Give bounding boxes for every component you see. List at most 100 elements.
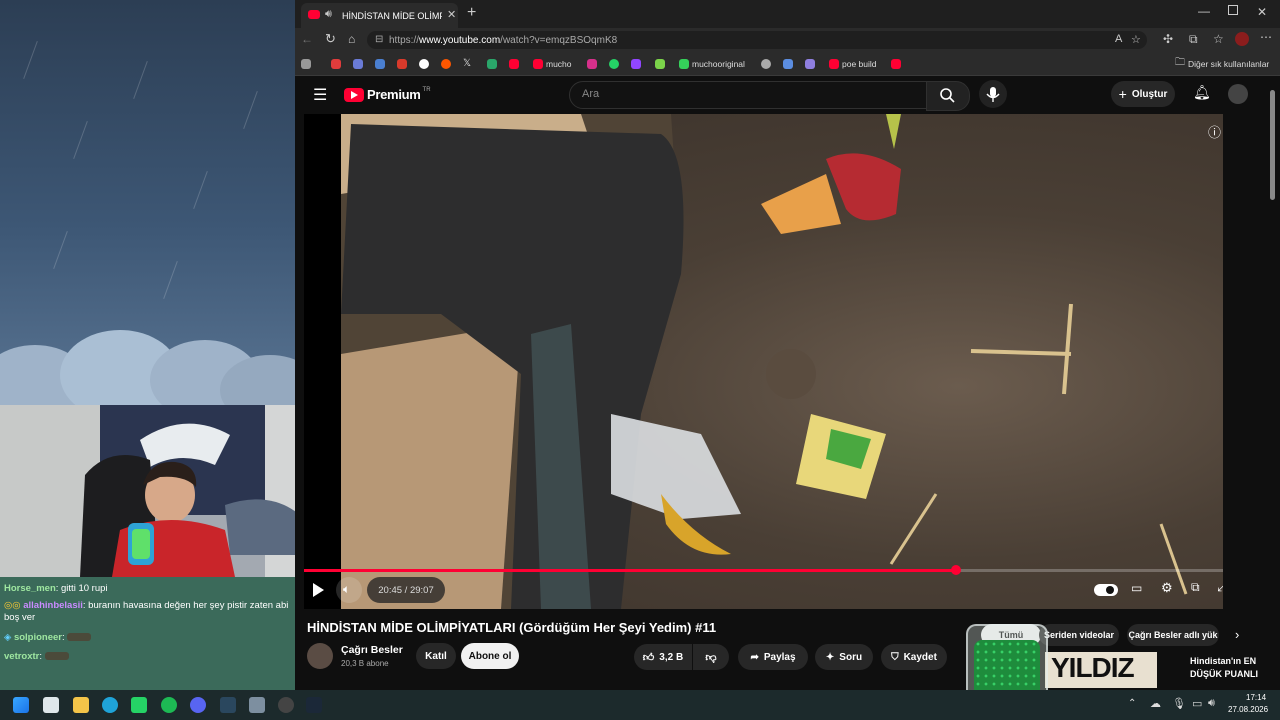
chat-message: ◎◎ allahinbelasii: buranın havasına değe… xyxy=(4,600,294,624)
obs-icon[interactable] xyxy=(278,697,294,713)
twitch-icon[interactable] xyxy=(631,57,641,70)
maximize-icon[interactable] xyxy=(1228,5,1238,15)
home-icon[interactable]: ⌂ xyxy=(348,32,355,46)
autoplay-toggle[interactable] xyxy=(1094,584,1118,596)
recommended-title-line2[interactable]: DÜŞÜK PUANLI xyxy=(1190,669,1258,679)
sparkle-icon: ✦ xyxy=(825,651,835,663)
gmail-icon[interactable] xyxy=(397,57,407,70)
close-tab-icon[interactable]: ✕ xyxy=(447,8,456,21)
site-info-icon[interactable]: ⊟ xyxy=(375,34,383,45)
favorites-icon[interactable]: ☆ xyxy=(1213,32,1224,46)
settings-gear-icon[interactable]: ⚙︎ xyxy=(1161,580,1173,596)
read-aloud-icon[interactable]: A xyxy=(1115,33,1122,45)
chat-text: : xyxy=(39,651,43,662)
bookmark-mucho[interactable]: mucho xyxy=(533,57,572,70)
miniplayer-icon[interactable]: ⧉ xyxy=(1191,580,1200,595)
steam-icon[interactable] xyxy=(220,697,236,713)
whatsapp-icon[interactable] xyxy=(131,697,147,713)
clock-date[interactable]: 27.08.2026 xyxy=(1228,705,1268,714)
bookmark-muchooriginal[interactable]: muchooriginal xyxy=(679,57,745,70)
bookmark-icon[interactable] xyxy=(761,57,771,70)
whatsapp-icon[interactable] xyxy=(609,57,619,70)
bookmark-poe-build[interactable]: poe build xyxy=(829,57,877,70)
join-button[interactable]: Katıl xyxy=(416,643,456,669)
task-view-icon[interactable] xyxy=(43,697,59,713)
chip-series[interactable]: Seriden videolar xyxy=(1039,624,1119,646)
chat-message: vetroxtr: xyxy=(4,651,69,663)
url-host: www.youtube.com xyxy=(419,35,501,46)
minimize-icon[interactable]: — xyxy=(1198,4,1210,18)
ask-button[interactable]: ✦ Soru xyxy=(815,644,873,670)
voice-search-button[interactable] xyxy=(979,80,1007,108)
back-icon[interactable]: ← xyxy=(301,32,313,46)
close-window-icon[interactable]: ✕ xyxy=(1257,5,1267,19)
microphone-tray-icon[interactable]: 🎙︎ xyxy=(1172,697,1186,710)
volume-button[interactable]: 🔈︎ xyxy=(336,577,362,603)
notifications-bell-icon[interactable]: 🔔︎ xyxy=(1193,84,1211,101)
chat-username: Horse_men xyxy=(4,583,56,594)
speaker-icon[interactable]: 🔊︎ xyxy=(325,8,332,21)
tab-title: HİNDİSTAN MİDE OLİMPİYATI xyxy=(342,11,442,21)
profile-avatar[interactable] xyxy=(1235,32,1249,46)
other-bookmarks[interactable]: 🗀︎ Diğer sık kullanılanlar xyxy=(1175,57,1269,70)
page-scrollbar[interactable] xyxy=(1270,90,1275,200)
x-icon[interactable]: 𝕏 xyxy=(463,57,471,70)
tab-youtube[interactable]: 🔊︎ HİNDİSTAN MİDE OLİMPİYATI ✕ xyxy=(301,3,458,28)
favorite-star-icon[interactable]: ☆ xyxy=(1131,33,1141,46)
edge-icon[interactable] xyxy=(102,697,118,713)
app-icon[interactable] xyxy=(249,697,265,713)
bookmark-icon[interactable] xyxy=(375,57,385,70)
bookmark-icon[interactable] xyxy=(331,57,341,70)
bookmark-icon[interactable] xyxy=(487,57,497,70)
channel-name[interactable]: Çağrı Besler xyxy=(341,644,403,656)
instagram-icon[interactable] xyxy=(587,57,597,70)
youtube-icon[interactable] xyxy=(509,57,519,70)
subscribe-button[interactable]: Abone ol xyxy=(461,643,519,669)
video-player[interactable]: ⓘ 🔈︎ 20:45 / 29:07 ▭ ⚙︎ ⧉ ⤢ xyxy=(304,114,1223,609)
collections-icon[interactable]: ⧉ xyxy=(1189,32,1198,47)
youtube-icon[interactable] xyxy=(891,57,901,70)
progress-bar[interactable] xyxy=(304,565,1223,575)
search-button[interactable] xyxy=(926,81,970,111)
dislike-button[interactable]: 👎︎ xyxy=(693,644,729,670)
chip-channel[interactable]: Çağrı Besler adlı yük xyxy=(1127,624,1219,646)
bookmark-icon[interactable] xyxy=(805,57,815,70)
fullscreen-icon[interactable]: ⤢ xyxy=(1217,579,1223,595)
bookmark-icon[interactable] xyxy=(783,57,793,70)
volume-tray-icon[interactable]: 🔊︎ xyxy=(1208,697,1215,710)
bookmark-icon[interactable] xyxy=(353,57,363,70)
search-input[interactable]: Ara xyxy=(569,81,928,109)
refresh-icon[interactable]: ↻ xyxy=(325,31,336,47)
google-icon[interactable] xyxy=(419,57,429,70)
bookmark-icon[interactable] xyxy=(301,57,311,70)
info-icon[interactable]: ⓘ xyxy=(1208,122,1221,141)
recommended-title-line1[interactable]: Hindistan'ın EN xyxy=(1190,656,1256,666)
account-avatar[interactable] xyxy=(1228,84,1248,104)
windows-start-icon[interactable] xyxy=(13,697,29,713)
more-menu-icon[interactable]: ⋯ xyxy=(1260,30,1272,44)
file-explorer-icon[interactable] xyxy=(73,697,89,713)
clock-time[interactable]: 17:14 xyxy=(1246,693,1266,702)
reddit-icon[interactable] xyxy=(441,57,451,70)
tray-chevron-icon[interactable]: ⌃ xyxy=(1128,698,1136,709)
subtitles-icon[interactable]: ▭ xyxy=(1131,581,1142,595)
spotify-icon[interactable] xyxy=(161,697,177,713)
create-button[interactable]: + Oluştur xyxy=(1111,81,1175,107)
new-tab-icon[interactable]: + xyxy=(467,4,476,22)
share-button[interactable]: ➦ Paylaş xyxy=(738,644,808,670)
bookmark-icon[interactable] xyxy=(655,57,665,70)
tray-app-icon[interactable]: ☁︎ xyxy=(1150,697,1161,710)
channel-avatar[interactable] xyxy=(307,643,333,669)
hamburger-menu-icon[interactable]: ☰ xyxy=(313,85,327,105)
play-button[interactable] xyxy=(304,576,332,604)
extensions-icon[interactable]: ✣ xyxy=(1163,32,1173,46)
discord-icon[interactable] xyxy=(190,697,206,713)
save-button[interactable]: ⛉ Kaydet xyxy=(881,644,947,670)
network-icon[interactable]: ▭ xyxy=(1192,697,1202,710)
youtube-logo[interactable]: Premium TR xyxy=(344,87,431,102)
recommended-thumbnail[interactable]: YILDIZ xyxy=(1045,652,1157,688)
url-field[interactable]: ⊟ https://www.youtube.com/watch?v=emqzBS… xyxy=(367,31,1147,49)
chevron-right-icon[interactable]: › xyxy=(1235,627,1239,642)
steam-app-icon[interactable] xyxy=(306,697,322,713)
like-button[interactable]: 👍︎ 3,2 B xyxy=(634,644,692,670)
